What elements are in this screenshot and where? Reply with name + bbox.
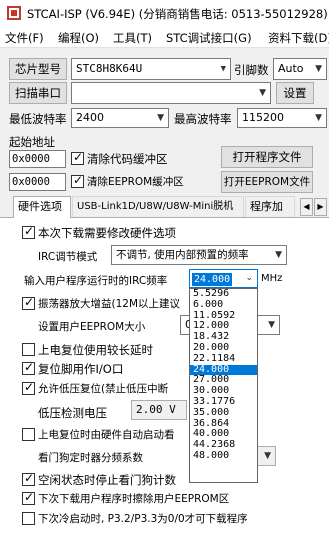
irc-freq-option[interactable]: 20.000: [190, 343, 257, 354]
eeprom-size-label: 设置用户EEPROM大小: [38, 321, 146, 333]
modify-hw-checkbox[interactable]: [22, 224, 35, 239]
wdt-prescale-label: 看门狗定时器分频系数: [38, 452, 143, 464]
osc-gain-label: 振荡器放大增益(12M以上建议: [38, 298, 181, 310]
irc-freq-unit: MHz: [261, 273, 283, 284]
lvd-voltage-label: 低压检测电压: [38, 406, 107, 420]
port-select[interactable]: ▼: [71, 82, 271, 104]
menu-file[interactable]: 文件(F): [5, 30, 44, 46]
irc-mode-label: IRC调节模式: [38, 251, 98, 263]
title-bar: STCAI-ISP (V6.94E) (分销商销售电话: 0513-550129…: [0, 0, 329, 26]
irc-freq-option[interactable]: 36.864: [190, 419, 257, 430]
irc-mode-select[interactable]: 不调节, 使用内部预置的频率 ▼: [111, 245, 287, 265]
open-eeprom-button[interactable]: 打开EEPROM文件: [221, 171, 313, 193]
chevron-down-icon: ▼: [157, 113, 164, 123]
p32p33-cold-label: 下次冷启动时, P3.2/P3.3为0/0才可下载程序: [38, 513, 248, 525]
irc-freq-label: 输入用户程序运行时的IRC频率: [24, 275, 168, 287]
irc-freq-option[interactable]: 30.000: [190, 386, 257, 397]
irc-freq-value: 24.000: [192, 273, 233, 286]
max-baud-value: 115200: [242, 111, 284, 124]
tab-program-encrypt[interactable]: 程序加: [245, 196, 295, 217]
pins-select[interactable]: Auto ▼: [273, 58, 327, 80]
lvd-voltage-value: 2.00 V: [136, 403, 176, 416]
chevron-down-icon: ▼: [220, 64, 226, 74]
irc-freq-option[interactable]: 35.000: [190, 408, 257, 419]
irc-freq-option[interactable]: 12.000: [190, 321, 257, 332]
code-address-input[interactable]: 0x0000: [9, 150, 66, 168]
chevron-down-icon: ▼: [259, 88, 266, 98]
code-clear-checkbox[interactable]: [71, 150, 84, 165]
app-icon: [7, 6, 21, 20]
reset-pin-io-label: 复位脚用作I/O口: [38, 362, 124, 376]
pins-label: 引脚数: [234, 63, 269, 77]
chip-model-value: STC8H8K64U: [76, 62, 143, 75]
idle-stop-wdt-checkbox[interactable]: [22, 471, 35, 486]
osc-gain-checkbox[interactable]: [22, 295, 35, 310]
irc-freq-option[interactable]: 44.2368: [190, 440, 257, 451]
p32p33-cold-checkbox[interactable]: [22, 512, 35, 525]
irc-freq-option[interactable]: 22.1184: [190, 354, 257, 365]
irc-freq-option[interactable]: 40.000: [190, 429, 257, 440]
irc-freq-option[interactable]: 6.000: [190, 300, 257, 311]
pins-value: Auto: [278, 62, 304, 75]
por-long-delay-checkbox[interactable]: [22, 343, 35, 356]
start-address-label: 起始地址: [9, 135, 55, 149]
tab-scroll-left-icon[interactable]: ◀: [300, 198, 313, 216]
chip-model-select[interactable]: STC8H8K64U ▼: [71, 58, 231, 80]
chip-model-label: 芯片型号: [9, 58, 67, 80]
irc-freq-option[interactable]: 5.5296: [190, 289, 257, 300]
irc-freq-option[interactable]: 33.1776: [190, 397, 257, 408]
idle-stop-wdt-label: 空闲状态时停止看门狗计数: [38, 473, 176, 487]
menu-stc-debug[interactable]: STC调试接口(G): [166, 30, 252, 46]
tab-scroll-right-icon[interactable]: ▶: [314, 198, 327, 216]
modify-hw-label: 本次下载需要修改硬件选项: [38, 226, 176, 240]
por-long-delay-label: 上电复位使用较长延时: [38, 343, 153, 357]
max-baud-select[interactable]: 115200 ▼: [237, 108, 327, 128]
reset-pin-io-checkbox[interactable]: [22, 360, 35, 375]
irc-freq-select[interactable]: 24.000 ⌄: [189, 269, 258, 288]
wdt-auto-start-checkbox[interactable]: [22, 428, 35, 441]
min-baud-label: 最低波特率: [9, 112, 67, 126]
tab-hardware-options[interactable]: 硬件选项: [13, 196, 71, 218]
chevron-down-icon: ▼: [315, 113, 322, 123]
wdt-auto-start-label: 上电复位时由硬件自动启动看: [38, 429, 175, 441]
open-program-button[interactable]: 打开程序文件: [221, 146, 313, 168]
irc-freq-option[interactable]: 18.432: [190, 332, 257, 343]
eeprom-erase-label: 下次下载用户程序时擦除用户EEPROM区: [38, 493, 230, 505]
settings-button[interactable]: 设置: [276, 82, 314, 104]
chevron-down-icon: ▼: [268, 320, 275, 330]
irc-freq-option[interactable]: 27.000: [190, 375, 257, 386]
min-baud-select[interactable]: 2400 ▼: [71, 108, 169, 128]
irc-mode-value: 不调节, 使用内部预置的频率: [116, 249, 249, 261]
irc-freq-option[interactable]: 48.000: [190, 451, 257, 462]
chevron-down-icon: ⌄: [245, 273, 253, 283]
min-baud-value: 2400: [76, 111, 104, 124]
eeprom-erase-checkbox[interactable]: [22, 490, 35, 505]
chevron-down-icon: ▼: [275, 250, 282, 260]
lvd-reset-checkbox[interactable]: [22, 380, 35, 395]
menu-downloads[interactable]: 资料下载(D): [268, 30, 329, 46]
window-title: STCAI-ISP (V6.94E) (分销商销售电话: 0513-550129…: [27, 7, 328, 21]
irc-freq-option[interactable]: 11.0592: [190, 311, 257, 322]
scan-port-button[interactable]: 扫描串口: [9, 82, 67, 104]
menu-program[interactable]: 编程(O): [58, 30, 99, 46]
eeprom-clear-checkbox[interactable]: [71, 173, 84, 188]
menu-bar: 文件(F) 编程(O) 工具(T) STC调试接口(G) 资料下载(D): [0, 26, 329, 48]
chevron-down-icon: ▼: [264, 451, 271, 461]
lvd-voltage-select[interactable]: 2.00 V: [131, 400, 187, 420]
eeprom-clear-label: 清除EEPROM缓冲区: [87, 176, 184, 188]
lvd-reset-label: 允许低压复位(禁止低压中断: [38, 383, 169, 395]
eeprom-address-input[interactable]: 0x0000: [9, 173, 66, 191]
max-baud-label: 最高波特率: [174, 112, 232, 126]
menu-tools[interactable]: 工具(T): [113, 30, 152, 46]
tab-usb-link-offline[interactable]: USB-Link1D/U8W/U8W-Mini脱机: [72, 196, 244, 217]
irc-freq-option-selected[interactable]: 24.000: [190, 364, 257, 376]
code-clear-label: 清除代码缓冲区: [87, 152, 168, 166]
irc-freq-dropdown-list: 5.5296 6.000 11.0592 12.000 18.432 20.00…: [189, 288, 258, 483]
chevron-down-icon: ▼: [315, 64, 322, 74]
